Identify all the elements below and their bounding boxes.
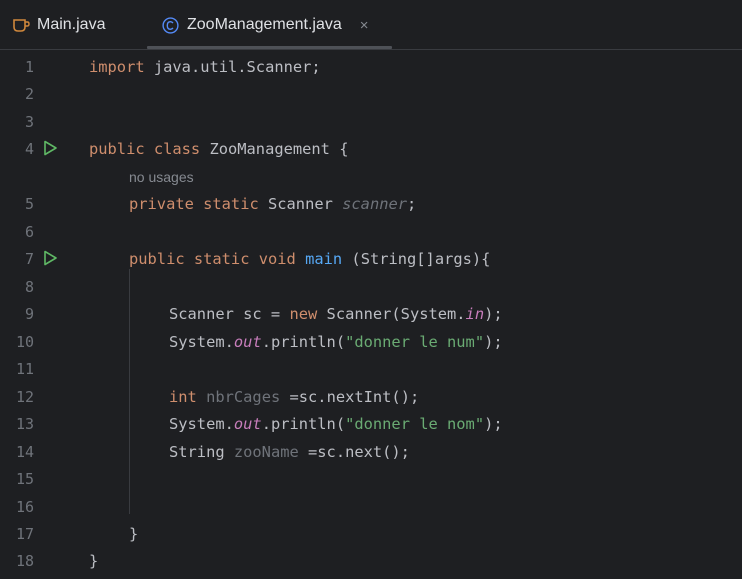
java-class-icon xyxy=(162,16,179,34)
indent-guide xyxy=(129,269,130,514)
code-line-12: int nbrCages =sc.nextInt(); xyxy=(169,388,420,406)
code-line-18: } xyxy=(89,552,99,570)
editor-tab-bar: Main.java ZooManagement.java × xyxy=(0,0,742,50)
code-line-13: System.out.println("donner le nom"); xyxy=(169,415,503,433)
code-line-14: String zooName =sc.next(); xyxy=(169,443,410,461)
tab-zoomanagement-java[interactable]: ZooManagement.java × xyxy=(162,0,369,50)
active-tab-indicator xyxy=(147,46,392,49)
code-line-9: Scanner sc = new Scanner(System.in); xyxy=(169,305,503,323)
code-line-5: private static Scanner scanner; xyxy=(129,195,417,213)
tab-label: Main.java xyxy=(37,16,106,33)
tab-label: ZooManagement.java xyxy=(187,16,342,33)
code-editor[interactable]: 1 2 3 4 5 6 7 8 9 10 11 12 13 14 15 16 1… xyxy=(0,51,742,579)
code-line-7: public static void main (String[]args){ xyxy=(129,250,491,268)
close-tab-icon[interactable]: × xyxy=(360,17,369,34)
code-line-10: System.out.println("donner le num"); xyxy=(169,333,503,351)
usages-hint[interactable]: no usages xyxy=(129,167,194,187)
code-line-1: import java.util.Scanner; xyxy=(89,58,321,76)
code-line-4: public class ZooManagement { xyxy=(89,140,349,158)
tab-main-java[interactable]: Main.java xyxy=(12,0,105,50)
java-cup-icon xyxy=(13,19,30,32)
code-area[interactable]: import java.util.Scanner; public class Z… xyxy=(0,51,742,579)
code-line-17: } xyxy=(129,525,139,543)
